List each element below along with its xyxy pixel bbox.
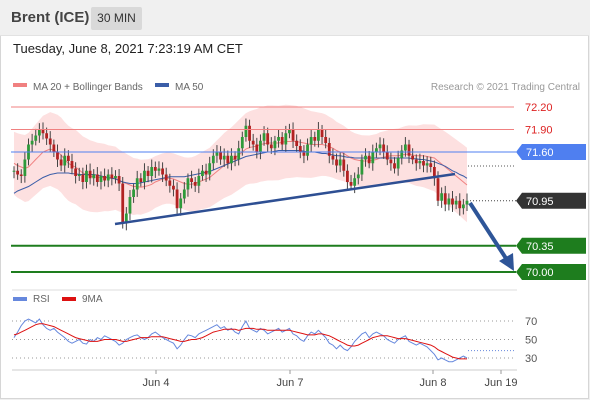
ma50-legend-label: MA 50 (175, 82, 204, 93)
rsi-tick-label: 50 (525, 335, 537, 347)
rsi-line (13, 318, 468, 363)
ma20-legend-swatch (13, 83, 27, 87)
rsi-plot: 30 50 70 (12, 316, 537, 365)
rsi-legend-swatch (13, 297, 27, 301)
x-tick-label: Jun 4 (143, 377, 170, 389)
level-label: 70.95 (526, 196, 554, 208)
time-axis: Jun 4 Jun 7 Jun 8 Jun 19 (143, 370, 518, 389)
ma50-legend-swatch (155, 83, 169, 87)
projection-arrow-shaft (468, 201, 511, 265)
x-tick-label: Jun 8 (420, 377, 447, 389)
x-tick-label: Jun 19 (484, 377, 517, 389)
level-label: 71.60 (526, 147, 554, 159)
rsi-ma-line (13, 323, 467, 360)
rsi-legend-label: RSI (33, 294, 50, 305)
rsi-ma-legend-label: 9MA (82, 294, 103, 305)
ma20-legend-label: MA 20 + Bollinger Bands (33, 82, 143, 93)
level-label: 72.20 (525, 102, 553, 114)
rsi-tick-label: 30 (525, 353, 537, 365)
price-plot (12, 104, 469, 231)
level-label: 71.90 (525, 125, 553, 137)
level-label: 70.00 (526, 267, 554, 279)
x-tick-label: Jun 7 (277, 377, 304, 389)
rsi-tick-label: 70 (525, 316, 537, 328)
level-label: 70.35 (526, 241, 554, 253)
chart-svg: MA 20 + Bollinger Bands MA 50 Research ©… (11, 82, 586, 389)
rsi-ma-legend-swatch (62, 297, 76, 301)
credit-text: Research © 2021 Trading Central (431, 82, 580, 93)
candle (121, 176, 125, 229)
